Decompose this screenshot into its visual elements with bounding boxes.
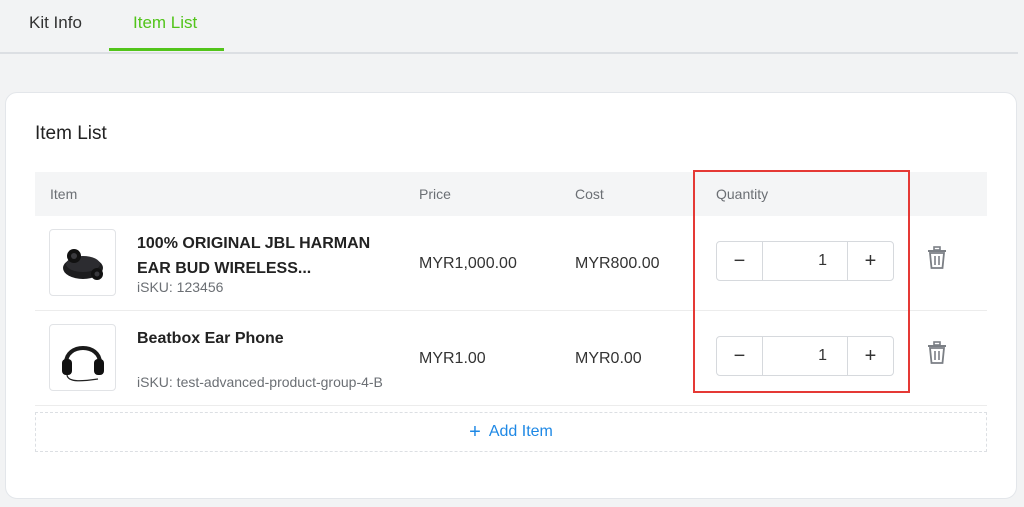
product-price: MYR1.00 — [419, 350, 486, 367]
plus-icon: + — [469, 420, 481, 443]
card-title: Item List — [35, 123, 107, 144]
table-row: 100% ORIGINAL JBL HARMAN EAR BUD WIRELES… — [35, 216, 987, 311]
tab-item-list[interactable]: Item List — [133, 13, 197, 33]
product-sku: iSKU: test-advanced-product-group-4-B — [137, 374, 383, 390]
earbuds-product-image — [49, 229, 116, 296]
add-item-label: Add Item — [488, 423, 553, 440]
quantity-input[interactable] — [763, 337, 847, 375]
decrement-button[interactable]: − — [717, 337, 763, 375]
add-item-button[interactable]: + Add Item — [35, 412, 987, 452]
increment-button[interactable]: + — [847, 337, 893, 375]
item-list-card: Item List Item Price Cost Quantity 100% … — [5, 92, 1017, 499]
tab-bar: Kit Info Item List — [0, 0, 1018, 54]
column-price: Price — [419, 186, 451, 202]
column-quantity: Quantity — [716, 186, 769, 202]
increment-button[interactable]: + — [847, 242, 893, 280]
quantity-stepper: − + — [716, 336, 894, 376]
tab-kit-info[interactable]: Kit Info — [29, 13, 82, 33]
product-sku: iSKU: 123456 — [137, 279, 224, 295]
column-cost: Cost — [575, 186, 604, 202]
table-header: Item Price Cost Quantity — [35, 172, 987, 216]
headphones-product-image — [49, 324, 116, 391]
table-row: Beatbox Ear Phone iSKU: test-advanced-pr… — [35, 311, 987, 406]
quantity-input[interactable] — [763, 242, 847, 280]
active-tab-indicator — [109, 48, 224, 51]
trash-icon[interactable] — [927, 341, 947, 370]
trash-icon[interactable] — [927, 246, 947, 275]
product-cost: MYR0.00 — [575, 350, 642, 367]
product-name: 100% ORIGINAL JBL HARMAN EAR BUD WIRELES… — [137, 235, 371, 277]
column-item: Item — [50, 186, 78, 202]
product-price: MYR1,000.00 — [419, 255, 517, 272]
decrement-button[interactable]: − — [717, 242, 763, 280]
product-cost: MYR800.00 — [575, 255, 660, 272]
quantity-stepper: − + — [716, 241, 894, 281]
product-name: Beatbox Ear Phone — [137, 330, 284, 347]
